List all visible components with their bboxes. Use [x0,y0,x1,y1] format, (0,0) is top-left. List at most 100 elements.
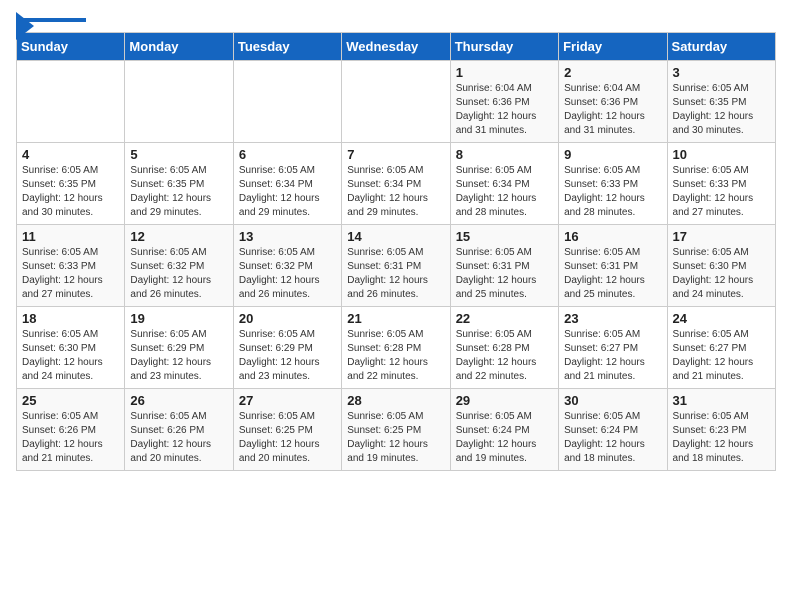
day-number: 23 [564,311,661,326]
day-number: 27 [239,393,336,408]
calendar-cell: 27 Sunrise: 6:05 AM Sunset: 6:25 PM Dayli… [233,389,341,471]
calendar-cell: 1 Sunrise: 6:04 AM Sunset: 6:36 PM Daylig… [450,61,558,143]
calendar-cell: 26 Sunrise: 6:05 AM Sunset: 6:26 PM Dayli… [125,389,233,471]
col-header-wednesday: Wednesday [342,33,450,61]
calendar-cell [125,61,233,143]
day-info: Sunrise: 6:05 AM Sunset: 6:30 PM Dayligh… [673,246,770,302]
calendar-cell [342,61,450,143]
day-info: Sunrise: 6:05 AM Sunset: 6:29 PM Dayligh… [130,328,227,384]
logo [16,16,86,22]
day-info: Sunrise: 6:04 AM Sunset: 6:36 PM Dayligh… [564,82,661,138]
calendar-cell: 12Sunrise: 6:05 AM Sunset: 6:32 PM Dayli… [125,225,233,307]
calendar-cell: 14 Sunrise: 6:05 AM Sunset: 6:31 PM Dayli… [342,225,450,307]
calendar-cell: 30 Sunrise: 6:05 AM Sunset: 6:24 PM Dayli… [559,389,667,471]
day-info: Sunrise: 6:05 AM Sunset: 6:24 PM Dayligh… [564,410,661,466]
day-info: Sunrise: 6:05 AM Sunset: 6:28 PM Dayligh… [456,328,553,384]
day-number: 9 [564,147,661,162]
day-info: Sunrise: 6:05 AM Sunset: 6:34 PM Dayligh… [239,164,336,220]
day-info: Sunrise: 6:04 AM Sunset: 6:36 PM Dayligh… [456,82,553,138]
col-header-friday: Friday [559,33,667,61]
calendar-cell: 7 Sunrise: 6:05 AM Sunset: 6:34 PM Daylig… [342,143,450,225]
day-info: Sunrise: 6:05 AM Sunset: 6:30 PM Dayligh… [22,328,119,384]
calendar-cell: 6 Sunrise: 6:05 AM Sunset: 6:34 PM Daylig… [233,143,341,225]
calendar-cell [17,61,125,143]
day-number: 29 [456,393,553,408]
day-info: Sunrise: 6:05 AM Sunset: 6:28 PM Dayligh… [347,328,444,384]
day-info: Sunrise: 6:05 AM Sunset: 6:35 PM Dayligh… [673,82,770,138]
day-number: 31 [673,393,770,408]
day-number: 14 [347,229,444,244]
day-info: Sunrise: 6:05 AM Sunset: 6:32 PM Dayligh… [130,246,227,302]
calendar-cell: 23 Sunrise: 6:05 AM Sunset: 6:27 PM Dayli… [559,307,667,389]
day-info: Sunrise: 6:05 AM Sunset: 6:23 PM Dayligh… [673,410,770,466]
day-info: Sunrise: 6:05 AM Sunset: 6:27 PM Dayligh… [564,328,661,384]
day-number: 20 [239,311,336,326]
day-number: 7 [347,147,444,162]
calendar-week-row: 18 Sunrise: 6:05 AM Sunset: 6:30 PM Dayli… [17,307,776,389]
col-header-saturday: Saturday [667,33,775,61]
calendar-week-row: 4 Sunrise: 6:05 AM Sunset: 6:35 PM Daylig… [17,143,776,225]
day-number: 5 [130,147,227,162]
day-info: Sunrise: 6:05 AM Sunset: 6:31 PM Dayligh… [347,246,444,302]
logo-arrow-icon [16,12,34,40]
calendar-cell: 21 Sunrise: 6:05 AM Sunset: 6:28 PM Dayli… [342,307,450,389]
calendar-cell: 22 Sunrise: 6:05 AM Sunset: 6:28 PM Dayli… [450,307,558,389]
calendar-cell: 3Sunrise: 6:05 AM Sunset: 6:35 PM Daylig… [667,61,775,143]
day-info: Sunrise: 6:05 AM Sunset: 6:26 PM Dayligh… [130,410,227,466]
day-number: 25 [22,393,119,408]
calendar-cell: 17 Sunrise: 6:05 AM Sunset: 6:30 PM Dayli… [667,225,775,307]
day-number: 18 [22,311,119,326]
day-info: Sunrise: 6:05 AM Sunset: 6:33 PM Dayligh… [564,164,661,220]
day-number: 19 [130,311,227,326]
day-info: Sunrise: 6:05 AM Sunset: 6:25 PM Dayligh… [239,410,336,466]
day-number: 24 [673,311,770,326]
day-number: 28 [347,393,444,408]
col-header-thursday: Thursday [450,33,558,61]
day-number: 10 [673,147,770,162]
calendar-cell: 20 Sunrise: 6:05 AM Sunset: 6:29 PM Dayli… [233,307,341,389]
day-info: Sunrise: 6:05 AM Sunset: 6:33 PM Dayligh… [22,246,119,302]
day-info: Sunrise: 6:05 AM Sunset: 6:35 PM Dayligh… [22,164,119,220]
day-info: Sunrise: 6:05 AM Sunset: 6:24 PM Dayligh… [456,410,553,466]
day-info: Sunrise: 6:05 AM Sunset: 6:29 PM Dayligh… [239,328,336,384]
calendar-cell: 28 Sunrise: 6:05 AM Sunset: 6:25 PM Dayli… [342,389,450,471]
day-info: Sunrise: 6:05 AM Sunset: 6:25 PM Dayligh… [347,410,444,466]
day-number: 15 [456,229,553,244]
calendar-cell: 19 Sunrise: 6:05 AM Sunset: 6:29 PM Dayli… [125,307,233,389]
calendar-cell: 10Sunrise: 6:05 AM Sunset: 6:33 PM Dayli… [667,143,775,225]
calendar-cell: 8 Sunrise: 6:05 AM Sunset: 6:34 PM Daylig… [450,143,558,225]
calendar-cell: 5 Sunrise: 6:05 AM Sunset: 6:35 PM Daylig… [125,143,233,225]
calendar-cell: 13Sunrise: 6:05 AM Sunset: 6:32 PM Dayli… [233,225,341,307]
calendar-cell: 25Sunrise: 6:05 AM Sunset: 6:26 PM Dayli… [17,389,125,471]
day-number: 26 [130,393,227,408]
day-number: 1 [456,65,553,80]
col-header-tuesday: Tuesday [233,33,341,61]
day-number: 2 [564,65,661,80]
calendar-table: SundayMondayTuesdayWednesdayThursdayFrid… [16,32,776,471]
day-number: 8 [456,147,553,162]
calendar-cell: 29 Sunrise: 6:05 AM Sunset: 6:24 PM Dayli… [450,389,558,471]
day-number: 22 [456,311,553,326]
calendar-week-row: 11Sunrise: 6:05 AM Sunset: 6:33 PM Dayli… [17,225,776,307]
calendar-cell: 24Sunrise: 6:05 AM Sunset: 6:27 PM Dayli… [667,307,775,389]
calendar-cell [233,61,341,143]
page-header [16,16,776,22]
day-number: 21 [347,311,444,326]
calendar-cell: 31 Sunrise: 6:05 AM Sunset: 6:23 PM Dayli… [667,389,775,471]
day-number: 4 [22,147,119,162]
day-number: 30 [564,393,661,408]
day-info: Sunrise: 6:05 AM Sunset: 6:34 PM Dayligh… [347,164,444,220]
day-info: Sunrise: 6:05 AM Sunset: 6:31 PM Dayligh… [456,246,553,302]
day-info: Sunrise: 6:05 AM Sunset: 6:34 PM Dayligh… [456,164,553,220]
col-header-monday: Monday [125,33,233,61]
day-number: 16 [564,229,661,244]
calendar-week-row: 25 Sunrise: 6:05 AM Sunset: 6:26 PM Dayli… [17,389,776,471]
day-info: Sunrise: 6:05 AM Sunset: 6:32 PM Dayligh… [239,246,336,302]
day-number: 6 [239,147,336,162]
calendar-header-row: SundayMondayTuesdayWednesdayThursdayFrid… [17,33,776,61]
calendar-cell: 4 Sunrise: 6:05 AM Sunset: 6:35 PM Daylig… [17,143,125,225]
day-number: 17 [673,229,770,244]
day-info: Sunrise: 6:05 AM Sunset: 6:35 PM Dayligh… [130,164,227,220]
calendar-cell: 11Sunrise: 6:05 AM Sunset: 6:33 PM Dayli… [17,225,125,307]
calendar-week-row: 1 Sunrise: 6:04 AM Sunset: 6:36 PM Daylig… [17,61,776,143]
